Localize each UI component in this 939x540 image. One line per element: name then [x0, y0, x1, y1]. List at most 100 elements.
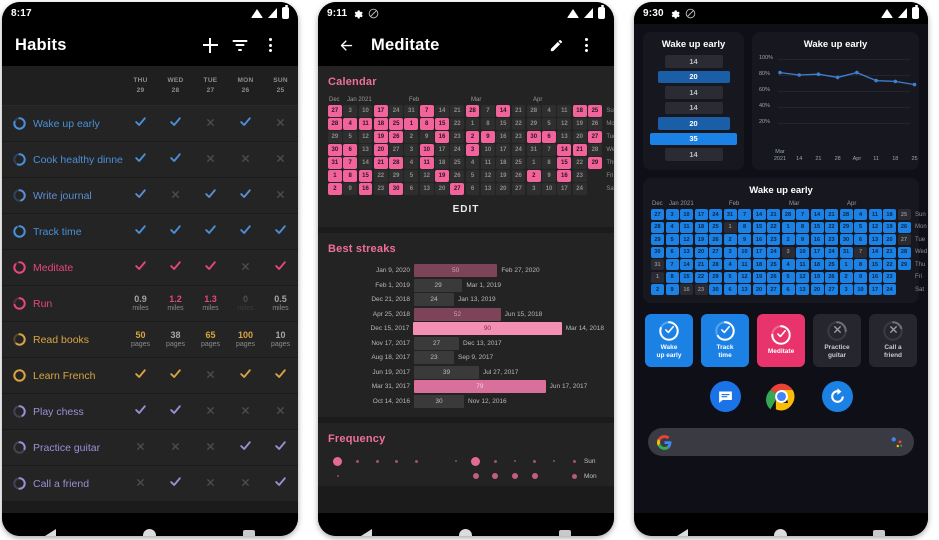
google-assistant-icon[interactable]: [890, 436, 905, 449]
calendar-day-cell[interactable]: 14: [435, 105, 449, 117]
overflow-menu-button[interactable]: [255, 30, 285, 60]
calendar-day-cell[interactable]: 21: [450, 105, 465, 117]
calendar-day-cell[interactable]: 28: [588, 144, 602, 156]
calendar-day-cell[interactable]: 24: [883, 284, 896, 295]
calendar-day-cell[interactable]: 3: [404, 144, 419, 156]
calendar-day-cell[interactable]: 25: [825, 259, 838, 270]
calendar-day-cell[interactable]: 30: [526, 131, 541, 143]
habit-value-cell[interactable]: 0 miles: [228, 294, 263, 313]
habit-check-cell[interactable]: [123, 187, 158, 205]
calendar-day-cell[interactable]: 6: [854, 234, 867, 245]
calendar-day-cell[interactable]: 1: [781, 221, 795, 233]
habit-check-cell[interactable]: [123, 439, 158, 457]
loop-habit-tracker-app-icon[interactable]: [821, 381, 853, 412]
habit-value-cell[interactable]: 10 pages: [263, 330, 298, 349]
calendar-day-cell[interactable]: 18: [810, 259, 824, 270]
calendar-grid[interactable]: 27310172431714212871421284111825Sun28411…: [328, 105, 614, 195]
calendar-day-cell[interactable]: 31: [328, 157, 342, 169]
habit-value-cell[interactable]: 50 pages: [123, 330, 158, 349]
calendar-day-cell[interactable]: 2: [723, 234, 737, 245]
habit-value-cell[interactable]: 100 pages: [228, 330, 263, 349]
habit-name-cell[interactable]: Track time: [2, 225, 123, 238]
calendar-day-cell[interactable]: 25: [389, 118, 403, 130]
calendar-day-cell[interactable]: 24: [389, 105, 403, 117]
habit-check-cell[interactable]: [228, 475, 263, 493]
habit-check-cell[interactable]: [193, 475, 228, 493]
calendar-day-cell[interactable]: 8: [419, 118, 434, 130]
habit-name-cell[interactable]: Wake up early: [2, 117, 123, 130]
calendar-day-cell[interactable]: 18: [572, 105, 587, 117]
habit-check-cell[interactable]: [228, 223, 263, 241]
calendar-day-cell[interactable]: 5: [404, 170, 419, 182]
calendar-day-cell[interactable]: 13: [738, 284, 751, 295]
calendar-day-cell[interactable]: 4: [542, 105, 556, 117]
calendar-day-cell[interactable]: 2: [781, 234, 795, 245]
habit-check-cell[interactable]: [158, 187, 193, 205]
calendar-day-cell[interactable]: 23: [694, 284, 708, 295]
calendar-day-cell[interactable]: 6: [465, 183, 480, 195]
calendar-day-cell[interactable]: 17: [496, 144, 511, 156]
calendar-day-cell[interactable]: 27: [511, 183, 526, 195]
calendar-day-cell[interactable]: 8: [665, 271, 679, 283]
habit-check-cell[interactable]: [228, 439, 263, 457]
calendar-day-cell[interactable]: 2: [465, 131, 480, 143]
habit-row[interactable]: Read books 50 pages 38 pages 65 pages 100 pages 1…: [2, 322, 298, 358]
calendar-day-cell[interactable]: 16: [752, 234, 766, 245]
calendar-day-cell[interactable]: 4: [404, 157, 419, 169]
calendar-day-cell[interactable]: 30: [839, 234, 853, 245]
calendar-day-cell[interactable]: 5: [723, 271, 737, 283]
calendar-day-cell[interactable]: 1: [723, 221, 737, 233]
calendar-day-cell[interactable]: 28: [389, 157, 403, 169]
calendar-day-cell[interactable]: 25: [511, 157, 526, 169]
calendar-day-cell[interactable]: 28: [709, 259, 722, 270]
calendar-day-cell[interactable]: 2: [404, 131, 419, 143]
calendar-day-cell[interactable]: 18: [752, 259, 766, 270]
recents-icon[interactable]: [242, 529, 255, 536]
calendar-day-cell[interactable]: 25: [709, 221, 722, 233]
calendar-day-cell[interactable]: 24: [709, 209, 722, 220]
calendar-day-cell[interactable]: 26: [767, 271, 780, 283]
calendar-day-cell[interactable]: 23: [511, 131, 526, 143]
habit-shortcut[interactable]: Wake up early: [645, 314, 693, 367]
calendar-edit-button[interactable]: EDIT: [328, 195, 604, 219]
habit-check-cell[interactable]: [263, 475, 298, 493]
habit-check-cell[interactable]: [263, 259, 298, 277]
calendar-day-cell[interactable]: 22: [767, 221, 780, 233]
calendar-day-cell[interactable]: 26: [588, 118, 602, 130]
calendar-day-cell[interactable]: 26: [389, 131, 403, 143]
calendar-day-cell[interactable]: 6: [404, 183, 419, 195]
back-icon[interactable]: [677, 528, 688, 536]
habit-check-cell[interactable]: [263, 403, 298, 421]
calendar-day-cell[interactable]: 4: [343, 118, 358, 130]
habit-row[interactable]: Learn French: [2, 358, 298, 394]
calendar-day-cell[interactable]: 31: [526, 144, 541, 156]
calendar-day-cell[interactable]: 20: [373, 144, 388, 156]
calendar-day-cell[interactable]: 3: [665, 209, 679, 220]
back-button[interactable]: [331, 30, 361, 60]
calendar-day-cell[interactable]: 12: [796, 271, 809, 283]
habit-check-cell[interactable]: [158, 151, 193, 169]
calendar-day-cell[interactable]: 21: [825, 209, 838, 220]
calendar-day-cell[interactable]: 21: [373, 157, 388, 169]
calendar-day-cell[interactable]: 7: [665, 259, 679, 270]
habit-shortcut[interactable]: Meditate: [757, 314, 805, 367]
habit-check-cell[interactable]: [158, 367, 193, 385]
calendar-day-cell[interactable]: 23: [572, 170, 587, 182]
calendar-day-cell[interactable]: 13: [680, 246, 693, 258]
calendar-day-cell[interactable]: 9: [796, 234, 809, 245]
calendar-day-cell[interactable]: 2: [328, 183, 342, 195]
habit-check-cell[interactable]: [193, 367, 228, 385]
calendar-day-cell[interactable]: 12: [480, 170, 495, 182]
calendar-day-cell[interactable]: 19: [572, 118, 587, 130]
bar-widget[interactable]: Wake up early 14 20 14 14 20 35 14: [643, 32, 744, 170]
calendar-day-cell[interactable]: 26: [825, 271, 838, 283]
calendar-day-cell[interactable]: 7: [738, 209, 751, 220]
calendar-day-cell[interactable]: 11: [738, 259, 751, 270]
calendar-day-cell[interactable]: 28: [839, 209, 853, 220]
calendar-day-cell[interactable]: 9: [419, 131, 434, 143]
calendar-day-cell[interactable]: 29: [897, 259, 911, 270]
calendar-day-cell[interactable]: 21: [883, 246, 896, 258]
calendar-day-cell[interactable]: 14: [496, 105, 511, 117]
chart-widget[interactable]: Wake up early 100% 80% 60% 40% 20% Mar 2021 14 2…: [752, 32, 919, 170]
calendar-day-cell[interactable]: 25: [450, 157, 465, 169]
